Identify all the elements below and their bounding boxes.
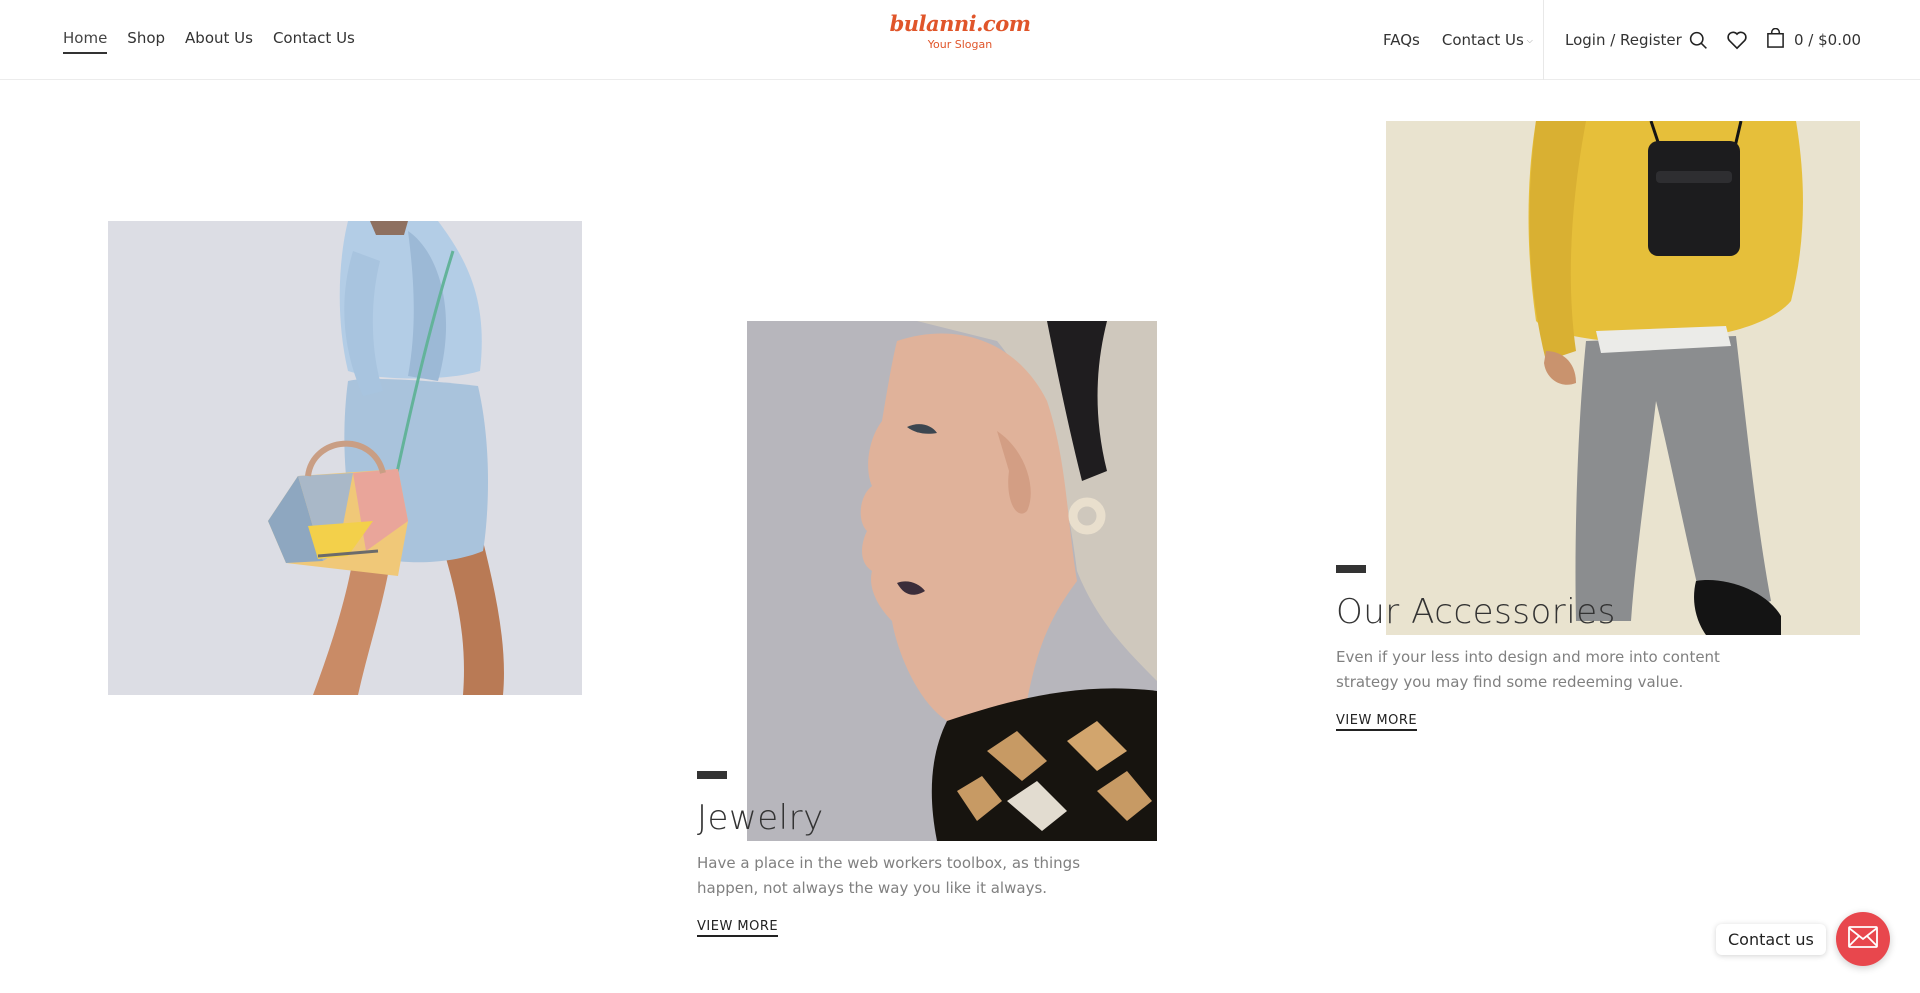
cart-total: 0 / $0.00 [1794,31,1862,49]
accessories-section: Our Accessories Even if your less into d… [1336,565,1766,731]
secondary-nav: FAQs Contact Us ⌵ [1383,0,1555,80]
nav-faqs-link[interactable]: FAQs [1383,31,1420,49]
product-image-accessories[interactable] [1386,121,1860,635]
login-register-link[interactable]: Login / Register [1565,31,1682,49]
nav-home-link[interactable]: Home [63,29,108,54]
section-dash [1336,565,1366,573]
nav-shop-link[interactable]: Shop [127,29,165,51]
shopping-bag-icon [1766,27,1785,53]
nav-about-link[interactable]: About Us [185,29,253,51]
main-nav: Home Shop About Us Contact Us [63,0,355,80]
product-image-jewelry[interactable] [747,321,1157,841]
chevron-down-icon: ⌵ [1526,35,1533,45]
contact-us-label[interactable]: Contact us [1716,923,1826,955]
nav-contact-dropdown-label: Contact Us [1441,31,1524,49]
site-header: Home Shop About Us Contact Us bulanni.co… [0,0,1920,80]
envelope-icon [1847,926,1878,952]
product-image-handbag[interactable] [108,221,582,695]
logo-name: bulanni.com [889,11,1031,36]
account-area: Login / Register [1565,0,1682,80]
cart-button[interactable]: 0 / $0.00 [1766,0,1861,80]
accessories-title: Our Accessories [1336,592,1616,632]
accessories-description: Even if your less into design and more i… [1336,648,1720,691]
search-icon[interactable] [1686,28,1710,52]
nav-contact-link[interactable]: Contact Us [273,29,355,51]
contact-us-button[interactable] [1835,912,1890,966]
jewelry-section: Jewelry Have a place in the web workers … [697,771,1127,937]
accessories-view-more-link[interactable]: VIEW MORE [1336,713,1418,731]
contact-widget: Contact us [1716,912,1890,966]
jewelry-description: Have a place in the web workers toolbox,… [697,854,1081,897]
section-dash [697,771,727,779]
site-logo[interactable]: bulanni.com Your Slogan [880,12,1040,52]
logo-slogan: Your Slogan [927,38,993,51]
jewelry-view-more-link[interactable]: VIEW MORE [697,919,779,937]
jewelry-title: Jewelry [697,798,824,838]
header-divider [1543,0,1544,80]
nav-contact-dropdown[interactable]: Contact Us ⌵ [1442,31,1533,49]
heart-icon[interactable] [1725,28,1749,52]
